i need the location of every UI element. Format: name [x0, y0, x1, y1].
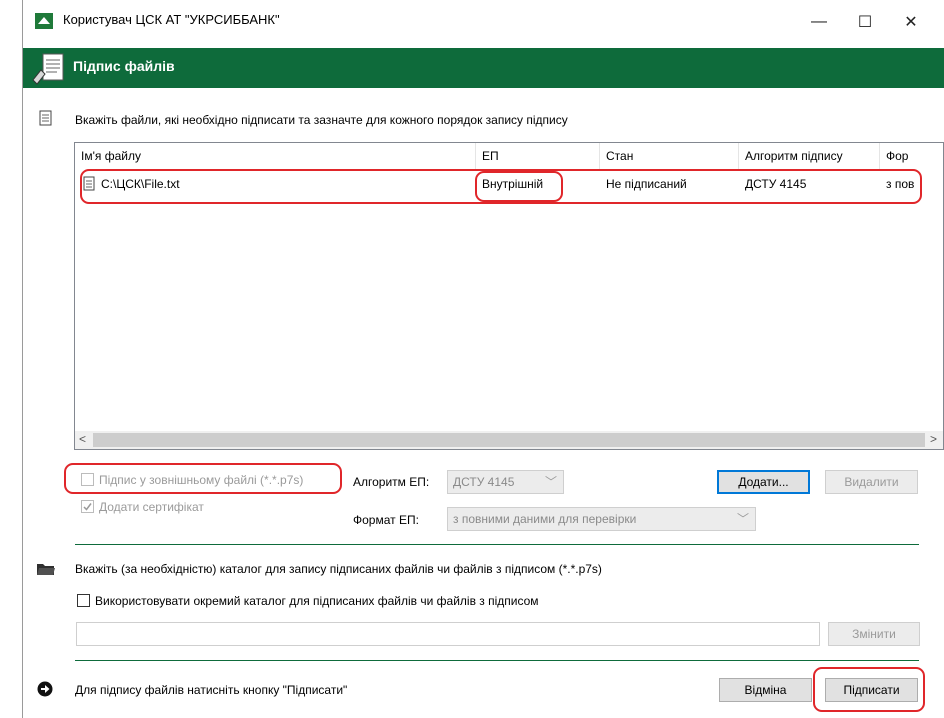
algorithm-value: ДСТУ 4145 [453, 475, 515, 489]
close-icon: ✕ [904, 14, 918, 31]
highlight-sign-button [813, 667, 925, 712]
minimize-icon: — [811, 13, 827, 30]
title-bar[interactable]: Користувач ЦСК АТ "УКРСИББАНК" — ☐ ✕ [23, 0, 944, 42]
window-title: Користувач ЦСК АТ "УКРСИББАНК" [63, 12, 280, 27]
app-icon [35, 13, 53, 29]
cancel-button[interactable]: Відміна [719, 678, 812, 702]
minimize-button[interactable]: — [799, 8, 839, 36]
horizontal-scrollbar[interactable]: < > [75, 431, 943, 449]
close-button[interactable]: ✕ [891, 8, 931, 36]
page-title: Підпис файлів [73, 58, 175, 74]
column-header-ep[interactable]: ЕП [476, 143, 600, 169]
remove-button[interactable]: Видалити [825, 470, 918, 494]
catalog-path-input[interactable] [76, 622, 820, 646]
separate-catalog-checkbox[interactable] [77, 594, 90, 607]
highlight-ep-cell [475, 171, 563, 202]
add-button[interactable]: Додати... [717, 470, 810, 494]
column-header-filename[interactable]: Ім'я файлу [75, 143, 476, 169]
scrollbar-thumb[interactable] [93, 433, 925, 447]
maximize-button[interactable]: ☐ [845, 8, 885, 36]
arrow-right-circle-icon [37, 681, 53, 697]
format-value: з повними даними для перевірки [453, 512, 637, 526]
page-header: Підпис файлів [23, 48, 944, 88]
checkmark-icon [83, 503, 92, 511]
sign-hint: Для підпису файлів натисніть кнопку "Під… [75, 683, 348, 697]
footer-divider [75, 660, 919, 661]
column-header-algorithm[interactable]: Алгоритм підпису [739, 143, 880, 169]
format-label: Формат ЕП: [353, 513, 419, 527]
files-instruction: Вкажіть файли, які необхідно підписати т… [75, 113, 568, 127]
sign-files-window: Користувач ЦСК АТ "УКРСИББАНК" — ☐ ✕ Під… [22, 0, 944, 718]
chevron-down-icon: ﹀ [544, 475, 557, 489]
sign-document-icon [32, 53, 64, 85]
highlight-external-file [64, 463, 342, 494]
algorithm-select[interactable]: ДСТУ 4145 ﹀ [447, 470, 564, 494]
chevron-down-icon: ﹀ [736, 512, 749, 526]
column-header-format[interactable]: Фор [880, 143, 943, 169]
add-certificate-label: Додати сертифікат [99, 500, 204, 514]
format-select[interactable]: з повними даними для перевірки ﹀ [447, 507, 756, 531]
scroll-left-icon[interactable]: < [79, 432, 86, 446]
files-icon [39, 110, 52, 126]
catalog-instruction: Вкажіть (за необхідністю) каталог для за… [75, 562, 602, 576]
maximize-icon: ☐ [857, 14, 873, 31]
scroll-right-icon[interactable]: > [930, 432, 937, 446]
algorithm-label: Алгоритм ЕП: [353, 475, 430, 489]
separate-catalog-label: Використовувати окремий каталог для підп… [95, 594, 539, 608]
column-header-status[interactable]: Стан [600, 143, 739, 169]
add-certificate-checkbox[interactable] [81, 500, 94, 513]
change-button[interactable]: Змінити [828, 622, 920, 646]
section-divider [75, 544, 919, 545]
folder-icon [37, 564, 55, 575]
